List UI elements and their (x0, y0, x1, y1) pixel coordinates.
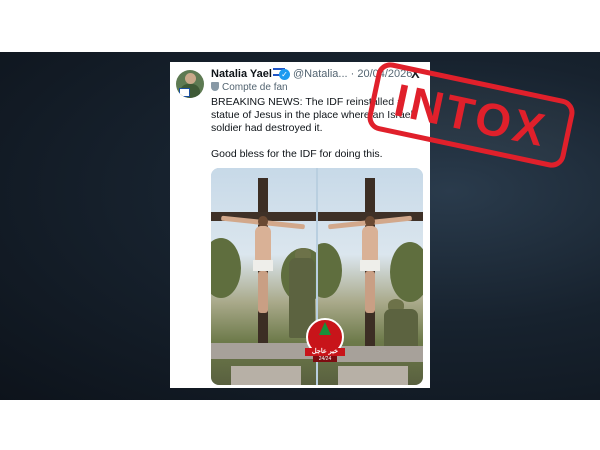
statue-loincloth (360, 260, 380, 271)
tree (211, 238, 241, 298)
tweet-text-line2: Good bless for the IDF for doing this. (211, 148, 383, 160)
avatar-head (185, 73, 196, 84)
cedar-icon (319, 322, 331, 335)
stone-base (231, 366, 301, 385)
statue-legs (365, 271, 375, 313)
shield-icon (211, 82, 219, 91)
statue-body (255, 226, 271, 262)
news-logo-subtext: 24/24 (313, 356, 337, 362)
stone-base (338, 366, 408, 385)
fan-account-text: Compte de fan (222, 82, 288, 93)
fan-account-label: Compte de fan (211, 82, 288, 93)
photo-left[interactable] (211, 168, 316, 385)
statue-loincloth (253, 260, 273, 271)
avatar[interactable] (176, 70, 204, 98)
tree (318, 243, 342, 298)
avatar-flag (179, 88, 190, 97)
stone-wall (211, 343, 316, 359)
news-logo-text: خبر عاجل (305, 348, 345, 356)
author-name-row[interactable]: Natalia Yael (211, 68, 285, 80)
author-name[interactable]: Natalia Yael (211, 68, 272, 80)
tree (390, 242, 423, 302)
verified-badge-icon: ✓ (279, 69, 290, 80)
statue-body (362, 226, 378, 262)
statue-legs (258, 271, 268, 313)
